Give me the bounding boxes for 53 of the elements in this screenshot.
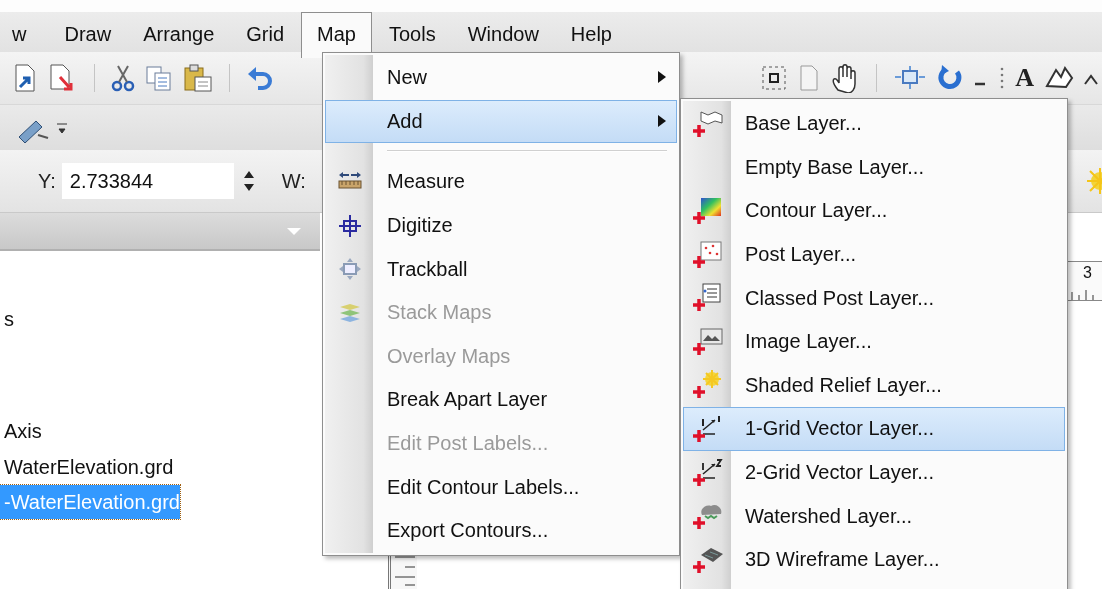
cut-icon[interactable] <box>111 63 135 93</box>
select-box-icon[interactable] <box>760 64 789 92</box>
vector-plus-icon <box>693 413 723 444</box>
field-label: Y: <box>38 169 56 193</box>
move-arrows-icon <box>338 257 362 282</box>
menu-item[interactable]: Trackball <box>325 247 677 291</box>
menu-item[interactable]: 3D Wireframe Layer... <box>683 537 1065 582</box>
move-arrows-icon[interactable] <box>893 65 928 91</box>
menu-item[interactable]: Measure <box>325 160 677 204</box>
menu-item[interactable]: Watershed Layer... <box>683 494 1065 538</box>
menu-item[interactable]: New <box>325 56 677 100</box>
menu-item[interactable]: Empty Base Layer... <box>683 145 1065 190</box>
menu-item[interactable]: Image Layer... <box>683 319 1065 364</box>
menu-item[interactable]: Add <box>325 99 677 144</box>
menu-item[interactable]: Window <box>452 16 554 52</box>
menu-item[interactable]: w <box>8 16 42 52</box>
points-plus-icon <box>693 239 723 270</box>
menu-item[interactable]: Base Layer... <box>683 102 1065 146</box>
menu-item[interactable]: 1-Grid Vector Layer... <box>683 407 1065 451</box>
menu-item[interactable]: Help <box>555 16 627 52</box>
field-label: W: <box>281 169 306 193</box>
menu-item[interactable]: Post Layer... <box>683 232 1065 277</box>
menu-item[interactable]: 2-Grid Vector Layer... <box>683 450 1065 495</box>
number-field[interactable]: 2.733844 <box>61 163 234 199</box>
menu-item[interactable]: Grid <box>231 16 300 52</box>
ruler-label: 3 <box>1083 264 1092 282</box>
menu-item[interactable]: Export Contours... <box>325 508 677 553</box>
sun-plus-icon <box>693 370 723 401</box>
menu-item[interactable]: Edit Contour Labels... <box>325 465 677 509</box>
menu-item[interactable]: Draw <box>49 16 127 52</box>
submenu-arrow-icon <box>658 114 666 127</box>
menu-item[interactable]: Digitize <box>325 203 677 248</box>
menu-item[interactable]: Contour Layer... <box>683 189 1065 233</box>
rotate-icon[interactable] <box>937 64 964 92</box>
tree-item[interactable]: s <box>0 301 14 337</box>
text-tool[interactable]: A <box>1015 63 1034 93</box>
menu-item[interactable]: Classed Post Layer... <box>683 276 1065 320</box>
undo-icon[interactable] <box>246 64 274 92</box>
map-plus-icon <box>693 108 723 139</box>
document-arrow-icon[interactable] <box>12 63 38 93</box>
menu-item[interactable]: Break Apart Layer <box>325 378 677 422</box>
menu-item[interactable]: Shaded Relief Layer... <box>683 363 1065 408</box>
tree-item[interactable]: WaterElevation.grd <box>0 449 174 485</box>
submenu-arrow-icon <box>658 71 666 83</box>
paste-icon[interactable] <box>183 63 213 93</box>
tree-item[interactable]: Axis <box>0 413 42 449</box>
gradient-plus-icon <box>693 196 723 226</box>
vector-plus-icon <box>693 457 723 488</box>
list-plus-icon <box>693 283 723 314</box>
crosshair-icon <box>338 213 362 238</box>
menu-item[interactable]: Tools <box>374 16 451 52</box>
picture-plus-icon <box>693 326 723 357</box>
menu-item[interactable]: Arrange <box>128 16 230 52</box>
